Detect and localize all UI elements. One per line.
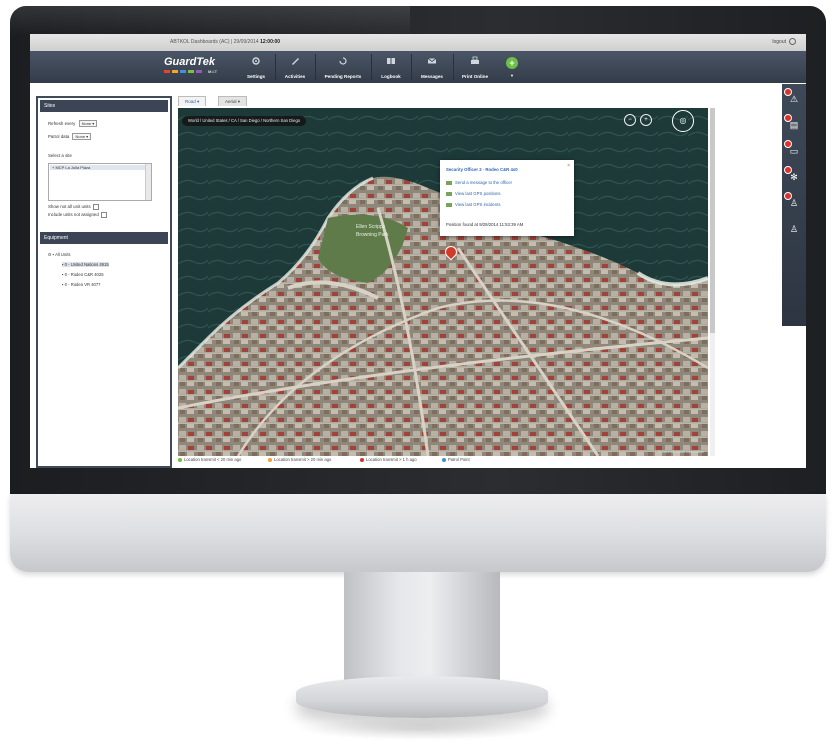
map-legend: Location transmit < 20 min ago Location … <box>178 457 708 465</box>
compass-icon[interactable]: ◎ <box>672 110 694 132</box>
park-label: Ellen Scripps <box>356 224 386 230</box>
sites-header: Sites <box>40 100 168 112</box>
book-icon <box>387 58 395 64</box>
positions-icon <box>446 191 452 196</box>
select-site-label: Select a site <box>48 153 72 158</box>
map-scrollbar[interactable] <box>710 108 715 456</box>
map-attribution: © 2014 Microsoft Corporation <box>658 450 704 454</box>
stand-shadow <box>296 718 548 740</box>
brand-dot <box>172 70 178 73</box>
blue-marker-icon <box>442 457 446 462</box>
logout-link[interactable]: logout <box>772 34 796 51</box>
warning-icon[interactable]: ⚠ <box>788 93 800 105</box>
popup-title: Security Officer 2 · Rodeo C&R 4x0 <box>446 167 518 172</box>
card-icon[interactable]: ▭ <box>788 145 800 157</box>
clipboard-icon[interactable]: ▤ <box>788 119 800 131</box>
nav-separator <box>275 54 276 80</box>
monitor-stand-neck <box>344 572 500 680</box>
monitor-stand-base <box>296 676 548 718</box>
refresh-row: Refresh every None ▾ <box>48 120 98 127</box>
brand-dot <box>188 70 194 73</box>
legend-item: Location transmit < 20 min ago <box>178 457 241 462</box>
window-title-bar: ABTKOL Dashboards (AC) | 29/09/2014 12:0… <box>30 34 806 51</box>
green-marker-icon <box>178 457 182 462</box>
officer-info-popup: Security Officer 2 · Rodeo C&R 4x0 × Sen… <box>440 160 574 236</box>
brand-dot <box>196 70 202 73</box>
right-toolbar: ⚠ ▤ ▭ ✻ ♙ ♙ <box>782 84 806 326</box>
person-icon[interactable]: ♙ <box>788 197 800 209</box>
incidents-icon <box>446 202 452 207</box>
tree-item[interactable]: ▪ 0 - Rodeo C&R 4025 <box>62 272 104 277</box>
main-nav-bar: GuardTek M.I.T Settings Activities Pendi… <box>30 51 806 83</box>
nav-separator <box>371 54 372 80</box>
nav-separator <box>315 54 316 80</box>
patrol-row: Patrol data None ▾ <box>48 133 92 140</box>
printer-icon <box>471 56 479 64</box>
legend-item: Location transmit > 1 h ago <box>360 457 417 462</box>
nav-print-online[interactable]: Print Online <box>455 51 495 83</box>
site-list-scrollbar[interactable] <box>145 164 151 200</box>
gear-alert-icon[interactable]: ✻ <box>788 171 800 183</box>
nav-separator <box>453 54 454 80</box>
show-units-row: Show not all unit units <box>48 204 99 210</box>
send-message-link[interactable]: Send a message to the officer <box>446 180 512 185</box>
person-alert-icon[interactable]: ♙ <box>788 223 800 235</box>
tree-item[interactable]: ▪ 0 - United Nations 4915 <box>62 262 109 267</box>
view-positions-link[interactable]: View last GPS positions <box>446 191 501 196</box>
position-timestamp: Position found at 9/29/2014 11:53:39 AM <box>446 222 524 227</box>
include-units-checkbox[interactable] <box>100 212 107 218</box>
gear-icon <box>252 57 260 65</box>
equipment-header: Equipment <box>40 232 168 244</box>
message-icon <box>446 180 452 185</box>
map-scrollbar-thumb[interactable] <box>710 108 715 333</box>
satellite-map[interactable]: Ellen Scripps Browning Park World / Unit… <box>178 108 708 456</box>
legend-item: Patrol Point <box>442 457 470 462</box>
nav-pending-reports[interactable]: Pending Reports <box>317 51 369 83</box>
chevron-down-icon[interactable]: ▼ <box>510 73 514 78</box>
brand-logo[interactable]: GuardTek M.I.T <box>164 56 234 78</box>
power-icon <box>789 38 796 46</box>
brand-dot <box>164 70 170 73</box>
envelope-icon <box>427 58 437 64</box>
tab-road[interactable]: Road ▾ <box>178 96 207 106</box>
orange-marker-icon <box>268 457 272 462</box>
zoom-in-button[interactable]: + <box>640 114 652 126</box>
nav-logbook[interactable]: Logbook <box>373 51 409 83</box>
refresh-icon <box>339 57 347 65</box>
monitor-chin <box>10 494 826 572</box>
window-title: ABTKOL Dashboards (AC) | 29/09/2014 12:0… <box>170 39 281 45</box>
tree-root[interactable]: ⊟ ▪ All Units <box>48 252 70 257</box>
window-time: 12:00:00 <box>260 39 281 45</box>
brand-dot <box>180 70 186 73</box>
tree-item[interactable]: ▪ 0 - Rodeo VR 4077 <box>62 282 101 287</box>
app-screen: ABTKOL Dashboards (AC) | 29/09/2014 12:0… <box>30 34 806 468</box>
legend-item: Location transmit > 20 min ago <box>268 457 331 462</box>
nav-settings[interactable]: Settings <box>238 51 274 83</box>
zoom-out-button[interactable]: − <box>624 114 636 126</box>
bezel-glare <box>10 6 410 36</box>
tab-aerial[interactable]: Aerial ▾ <box>218 96 248 106</box>
close-icon[interactable]: × <box>567 163 570 169</box>
brand-dots <box>164 70 202 73</box>
nav-activities[interactable]: Activities <box>277 51 313 83</box>
site-list-item[interactable]: + MCP La Jolla Plaza <box>50 165 150 170</box>
nav-messages[interactable]: Messages <box>413 51 451 83</box>
show-units-checkbox[interactable] <box>92 204 99 210</box>
patrol-select[interactable]: None ▾ <box>72 133 92 140</box>
red-marker-icon <box>360 457 364 462</box>
left-panel: Sites Refresh every None ▾ Patrol data N… <box>36 96 172 468</box>
add-button[interactable]: + <box>506 57 518 69</box>
include-units-row: Include units not assigned <box>48 212 107 218</box>
refresh-select[interactable]: None ▾ <box>78 120 98 127</box>
map-breadcrumb[interactable]: World / United States / CA / San Diego /… <box>182 116 307 126</box>
site-list[interactable]: + MCP La Jolla Plaza <box>48 163 152 201</box>
pencil-icon <box>292 58 299 65</box>
nav-separator <box>411 54 412 80</box>
park-label: Browning Park <box>356 232 389 238</box>
view-incidents-link[interactable]: View last GPS incidents <box>446 202 501 207</box>
